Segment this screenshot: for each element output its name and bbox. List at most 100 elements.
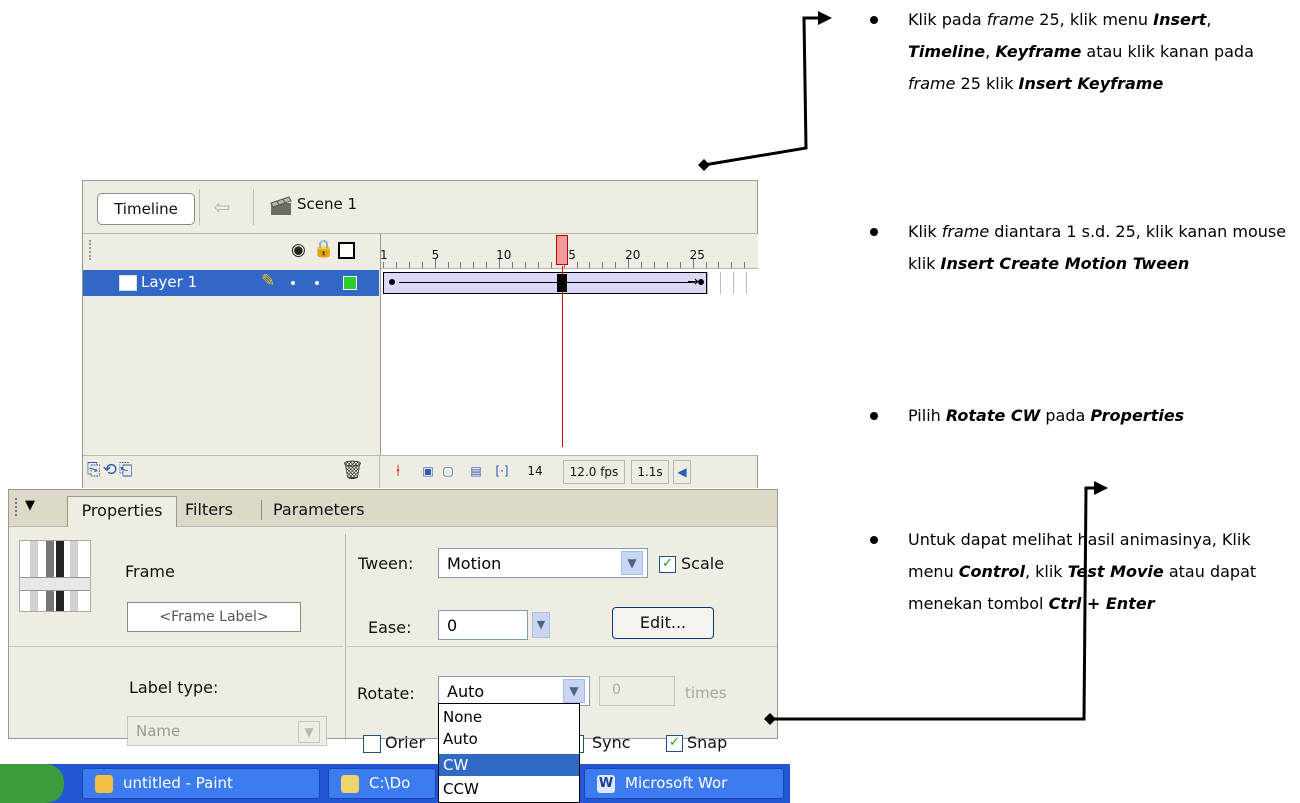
instruction-segment: 25 klik — [955, 74, 1019, 93]
center-frame-icon[interactable]: ⍿ — [389, 460, 407, 482]
instruction-segment: Rotate CW — [945, 406, 1041, 425]
rotate-select[interactable]: Auto ▼ — [438, 676, 590, 706]
orient-to-path-checkbox[interactable] — [363, 735, 381, 753]
frames-row[interactable]: → — [381, 270, 758, 296]
ruler-tick — [589, 262, 591, 268]
orient-to-path-label[interactable]: Orier — [385, 733, 425, 752]
instruction-segment: Test Movie — [1067, 562, 1164, 581]
start-button[interactable] — [0, 764, 64, 803]
tab-parameters[interactable]: Parameters — [273, 500, 365, 519]
edit-multiple-frames-icon[interactable]: ▤ — [467, 460, 485, 482]
show-hide-eye-icon[interactable]: ◉ — [291, 240, 306, 260]
timeline-tab-button[interactable]: Timeline — [97, 193, 195, 225]
back-arrow-icon[interactable]: ⇦ — [207, 191, 237, 223]
ruler-label: 1 — [380, 248, 388, 262]
chevron-down-icon[interactable]: ▼ — [621, 551, 643, 575]
ruler-tick — [653, 262, 655, 268]
ruler-label: 25 — [689, 248, 705, 262]
frame-label-input[interactable]: <Frame Label> — [127, 602, 301, 632]
ruler-tick — [550, 262, 552, 268]
tween-select[interactable]: Motion ▼ — [438, 548, 648, 578]
scale-checkbox[interactable]: ✓ — [659, 556, 676, 573]
word-icon: W — [597, 775, 615, 793]
label-type-select[interactable]: Name ▼ — [127, 716, 327, 746]
instruction-item: Klik pada frame 25, klik menu Insert, Ti… — [870, 4, 1290, 194]
ruler-tick — [744, 262, 746, 268]
chevron-down-icon[interactable]: ▼ — [563, 679, 585, 703]
ease-slider-arrow-icon[interactable]: ▼ — [532, 612, 550, 638]
frame-ruler[interactable]: 1 5 10 15 20 25 — [380, 234, 758, 269]
end-keyframe[interactable] — [698, 279, 704, 285]
current-frame-marker — [557, 274, 567, 292]
instruction-segment: 25, klik menu — [1034, 10, 1154, 29]
scale-label[interactable]: Scale — [681, 554, 724, 573]
ruler-tick — [731, 262, 733, 268]
start-keyframe[interactable] — [389, 279, 395, 285]
tab-properties[interactable]: Properties — [67, 496, 177, 527]
delete-layer-icon[interactable]: 🗑 — [341, 460, 364, 481]
visibility-dot[interactable] — [291, 281, 295, 285]
taskbar-item-paint[interactable]: untitled - Paint — [82, 768, 320, 799]
timeline-panel: Timeline ⇦ Scene 1 ◉ 🔒 Layer 1 ✎ 1 5 10 15 2… — [82, 180, 758, 488]
pencil-icon: ✎ — [261, 271, 276, 291]
empty-frame-cells[interactable] — [707, 272, 758, 294]
tab-filters[interactable]: Filters — [185, 500, 233, 519]
outline-color-swatch[interactable] — [343, 276, 357, 290]
elapsed-time: 1.1s — [631, 460, 669, 484]
ease-input[interactable]: 0 — [438, 610, 528, 640]
instruction-segment: Insert Create Motion Tween — [940, 254, 1190, 273]
instruction-segment: frame — [986, 10, 1035, 29]
timeline-toolbar: Timeline ⇦ Scene 1 — [83, 181, 757, 234]
frames-area[interactable]: 1 5 10 15 20 25 → — [380, 234, 758, 455]
sync-label[interactable]: Sync — [592, 733, 631, 752]
rotate-option-cw[interactable]: CW — [439, 754, 579, 776]
modify-onion-markers-icon[interactable]: [·] — [493, 460, 511, 482]
add-layer-icons[interactable]: ⎘⟲⎗ — [87, 460, 134, 480]
collapse-triangle-icon[interactable]: ▼ — [25, 498, 35, 513]
label-type-label: Label type: — [129, 678, 219, 697]
onion-skin-icon[interactable]: ▣ — [419, 460, 437, 482]
toolbar-divider — [199, 189, 200, 225]
rotation-times-input[interactable]: 0 — [599, 676, 675, 706]
snap-checkbox[interactable]: ✓ — [666, 735, 683, 752]
taskbar-item-folder[interactable]: C:\Do — [328, 768, 436, 799]
instruction-segment: Timeline — [908, 42, 986, 61]
rotate-dropdown-list: None Auto CW CCW — [438, 703, 580, 803]
motion-tween-span[interactable] — [383, 272, 707, 294]
panel-grip[interactable] — [89, 240, 94, 260]
layer-row[interactable]: Layer 1 ✎ — [83, 270, 379, 296]
ruler-tick — [524, 262, 526, 268]
rotate-label: Rotate: — [357, 684, 415, 703]
snap-label[interactable]: Snap — [687, 733, 727, 752]
scroll-left-icon[interactable]: ◀ — [673, 460, 691, 484]
rotate-option-ccw[interactable]: CCW — [439, 778, 579, 800]
playhead[interactable] — [556, 235, 568, 265]
ruler-label: 20 — [625, 248, 641, 262]
lock-icon[interactable]: 🔒 — [313, 239, 334, 259]
onion-outlines-icon[interactable]: ▢ — [439, 460, 457, 482]
panel-grip[interactable] — [15, 498, 21, 516]
connector-arrow-top — [703, 16, 818, 167]
label-type-value: Name — [136, 722, 181, 740]
rotate-option-auto[interactable]: Auto — [439, 728, 579, 750]
instruction-text: Klik pada frame 25, klik menu Insert, Ti… — [908, 4, 1288, 100]
ruler-tick — [383, 262, 384, 268]
ruler-label: 5 — [431, 248, 440, 262]
edit-button[interactable]: Edit... — [612, 607, 714, 639]
outline-toggle-icon[interactable] — [338, 242, 355, 259]
frame-rate: 12.0 fps — [563, 460, 625, 484]
instruction-segment: Insert Keyframe — [1018, 74, 1164, 93]
chevron-down-icon[interactable]: ▼ — [298, 721, 320, 743]
scene-label[interactable]: Scene 1 — [297, 195, 357, 213]
ruler-tick — [447, 262, 449, 268]
clapperboard-icon[interactable] — [269, 195, 293, 217]
ease-value: 0 — [447, 616, 458, 635]
ruler-tick — [460, 262, 462, 268]
rotate-option-none[interactable]: None — [439, 706, 579, 728]
taskbar-item-word[interactable]: W Microsoft Wor — [584, 768, 784, 799]
instruction-text: Untuk dapat melihat hasil animasinya, Kl… — [908, 524, 1288, 620]
status-divider — [379, 456, 380, 488]
layer-name[interactable]: Layer 1 — [141, 273, 197, 291]
lock-dot[interactable] — [315, 281, 319, 285]
instruction-segment: , klik — [1024, 562, 1068, 581]
